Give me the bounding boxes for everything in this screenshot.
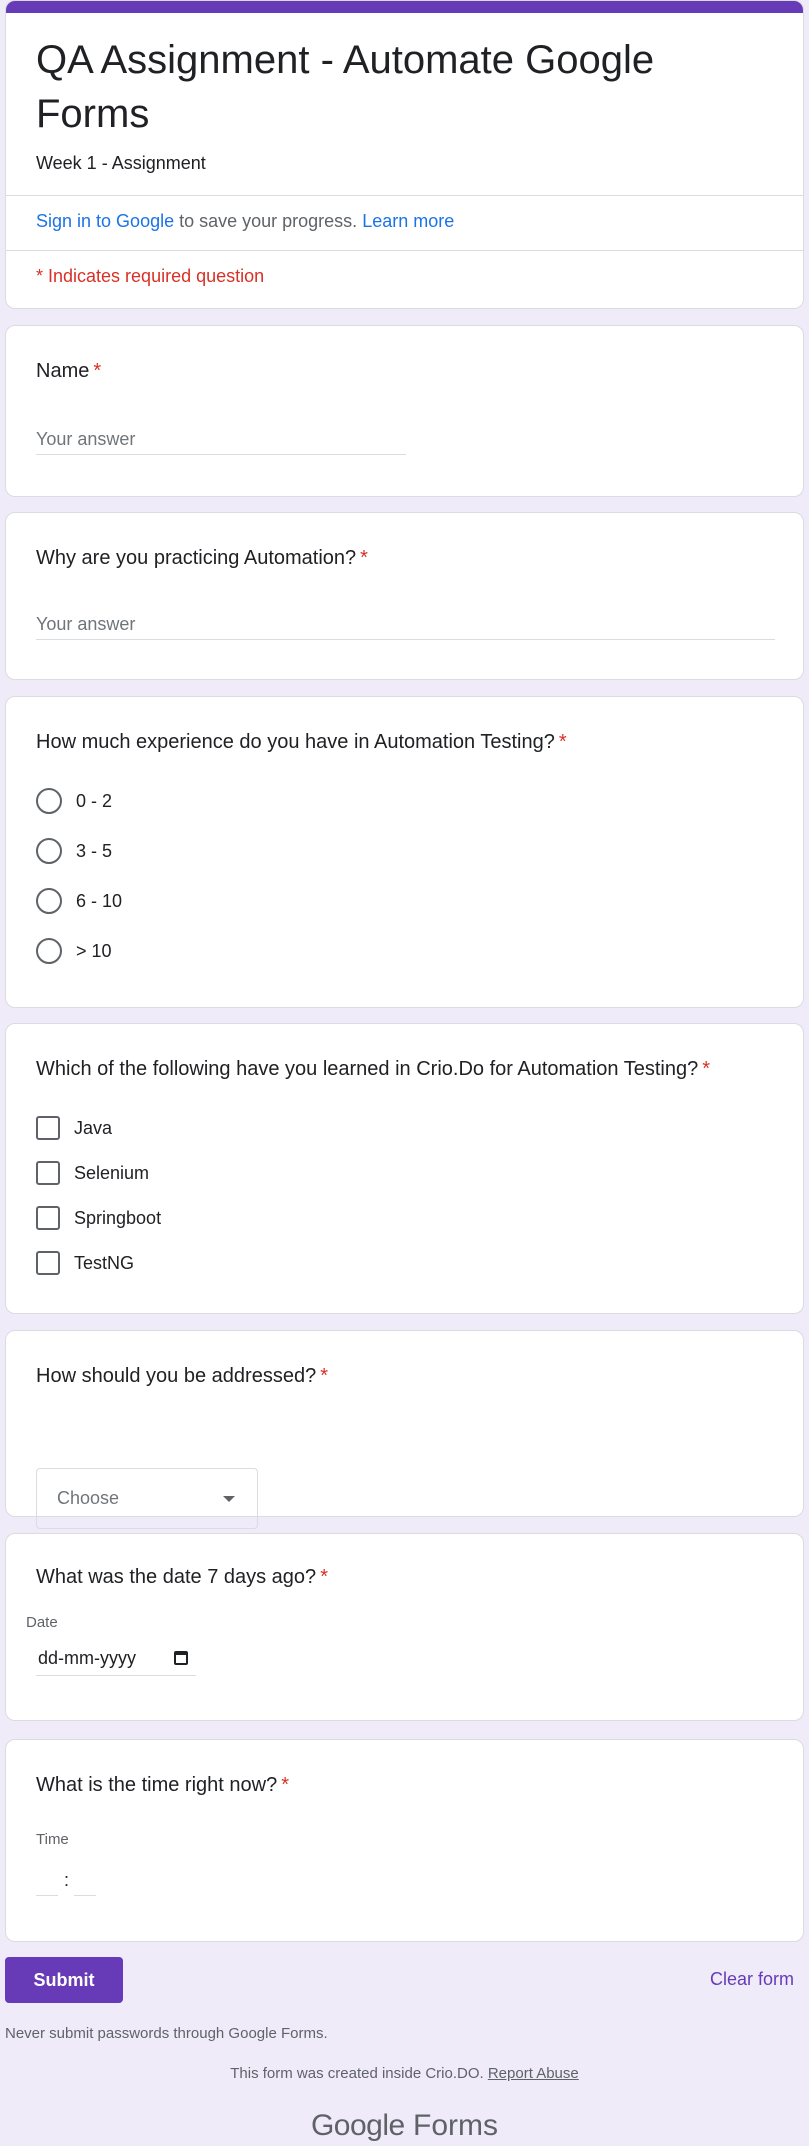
question-card-experience: How much experience do you have in Autom… <box>5 696 804 1008</box>
question-card-name: Name * <box>5 325 804 497</box>
minute-input[interactable] <box>74 1871 96 1896</box>
checkbox[interactable] <box>36 1161 60 1185</box>
option-label: Java <box>74 1117 113 1138</box>
radio-button[interactable] <box>36 938 62 964</box>
divider <box>6 250 803 251</box>
form-title: QA Assignment - Automate Google Forms <box>36 38 655 136</box>
question-title-text: How much experience do you have in Autom… <box>36 731 555 753</box>
option-label: 0 - 2 <box>76 790 113 811</box>
date-label: Date <box>26 1614 58 1631</box>
checkbox-option[interactable]: TestNG <box>36 1251 134 1275</box>
required-mark: * <box>360 547 368 569</box>
time-label: Time <box>36 1831 69 1848</box>
option-label: 6 - 10 <box>76 890 123 911</box>
radio-option[interactable]: 0 - 2 <box>36 788 112 814</box>
signin-link[interactable]: Sign in to Google <box>36 211 174 231</box>
question-title-text: What was the date 7 days ago? <box>36 1566 317 1588</box>
created-note: This form was created inside Crio.DO. Re… <box>5 2065 804 2082</box>
required-mark: * <box>702 1058 711 1080</box>
why-input[interactable] <box>36 610 775 640</box>
question-title-text: Name <box>36 360 90 382</box>
time-separator: : <box>64 1870 70 1890</box>
brand-google: Google <box>310 2109 405 2142</box>
required-mark: * <box>320 1365 328 1387</box>
password-warning: Never submit passwords through Google Fo… <box>5 2025 328 2042</box>
question-title: Name * <box>36 360 101 383</box>
radio-option[interactable]: > 10 <box>36 938 112 964</box>
question-card-why: Why are you practicing Automation? * <box>5 512 804 680</box>
created-text: This form was created inside Crio.DO. <box>230 2065 484 2082</box>
question-title-text: How should you be addressed? <box>36 1365 317 1387</box>
checkbox-option[interactable]: Java <box>36 1116 112 1140</box>
learn-more-link[interactable]: Learn more <box>362 211 454 231</box>
question-title: Why are you practicing Automation? * <box>36 547 368 570</box>
option-label: Selenium <box>74 1162 150 1183</box>
checkbox[interactable] <box>36 1251 60 1275</box>
checkbox[interactable] <box>36 1116 60 1140</box>
question-title: What was the date 7 days ago? * <box>36 1566 328 1589</box>
option-label: > 10 <box>76 940 112 961</box>
radio-button[interactable] <box>36 888 62 914</box>
radio-option[interactable]: 3 - 5 <box>36 838 112 864</box>
accent-bar <box>6 1 803 13</box>
required-mark: * <box>558 731 567 753</box>
divider <box>6 195 803 196</box>
brand-forms: Forms <box>413 2109 499 2142</box>
question-title-text: Why are you practicing Automation? <box>36 547 357 569</box>
form-description: Week 1 - Assignment <box>36 153 206 173</box>
clear-form-button[interactable]: Clear form <box>710 1969 794 1990</box>
calendar-icon[interactable] <box>174 1651 188 1665</box>
checkbox[interactable] <box>36 1206 60 1230</box>
required-mark: * <box>320 1566 328 1588</box>
option-label: TestNG <box>74 1252 135 1273</box>
address-select[interactable]: Choose <box>36 1468 258 1529</box>
submit-button[interactable]: Submit <box>5 1957 123 2003</box>
name-input[interactable] <box>36 425 406 455</box>
required-note: * Indicates required question <box>36 266 265 286</box>
question-card-time: What is the time right now? * Time : <box>5 1739 804 1942</box>
option-label: 3 - 5 <box>76 840 113 861</box>
report-abuse-link[interactable]: Report Abuse <box>488 2065 579 2082</box>
question-title: What is the time right now? * <box>36 1774 289 1797</box>
question-title: How much experience do you have in Autom… <box>36 731 567 754</box>
question-card-date: What was the date 7 days ago? * Date dd-m… <box>5 1533 804 1721</box>
question-card-address: How should you be addressed? * Choose <box>5 1330 804 1529</box>
required-mark: * <box>281 1774 290 1796</box>
checkbox-option[interactable]: Springboot <box>36 1206 161 1230</box>
question-card-learned: Which of the following have you learned … <box>5 1023 804 1314</box>
chevron-down-icon <box>223 1496 235 1502</box>
google-forms-logo[interactable]: Google Forms <box>5 2109 804 2143</box>
form-header-card: QA Assignment - Automate Google Forms We… <box>5 0 804 309</box>
question-title: Which of the following have you learned … <box>36 1058 710 1081</box>
radio-option[interactable]: 6 - 10 <box>36 888 122 914</box>
date-value: dd-mm-yyyy <box>38 1648 136 1668</box>
radio-button[interactable] <box>36 788 62 814</box>
question-title: How should you be addressed? * <box>36 1365 328 1388</box>
hour-input[interactable] <box>36 1871 58 1896</box>
date-input[interactable]: dd-mm-yyyy <box>36 1642 196 1676</box>
select-value: Choose <box>57 1488 120 1508</box>
required-mark: * <box>93 360 102 382</box>
question-title-text: Which of the following have you learned … <box>36 1058 699 1080</box>
radio-button[interactable] <box>36 838 62 864</box>
question-title-text: What is the time right now? <box>36 1774 278 1796</box>
option-label: Springboot <box>74 1207 162 1228</box>
checkbox-option[interactable]: Selenium <box>36 1161 149 1185</box>
signin-text: to save your progress. <box>174 211 363 231</box>
signin-row: Sign in to Google to save your progress.… <box>36 211 454 232</box>
